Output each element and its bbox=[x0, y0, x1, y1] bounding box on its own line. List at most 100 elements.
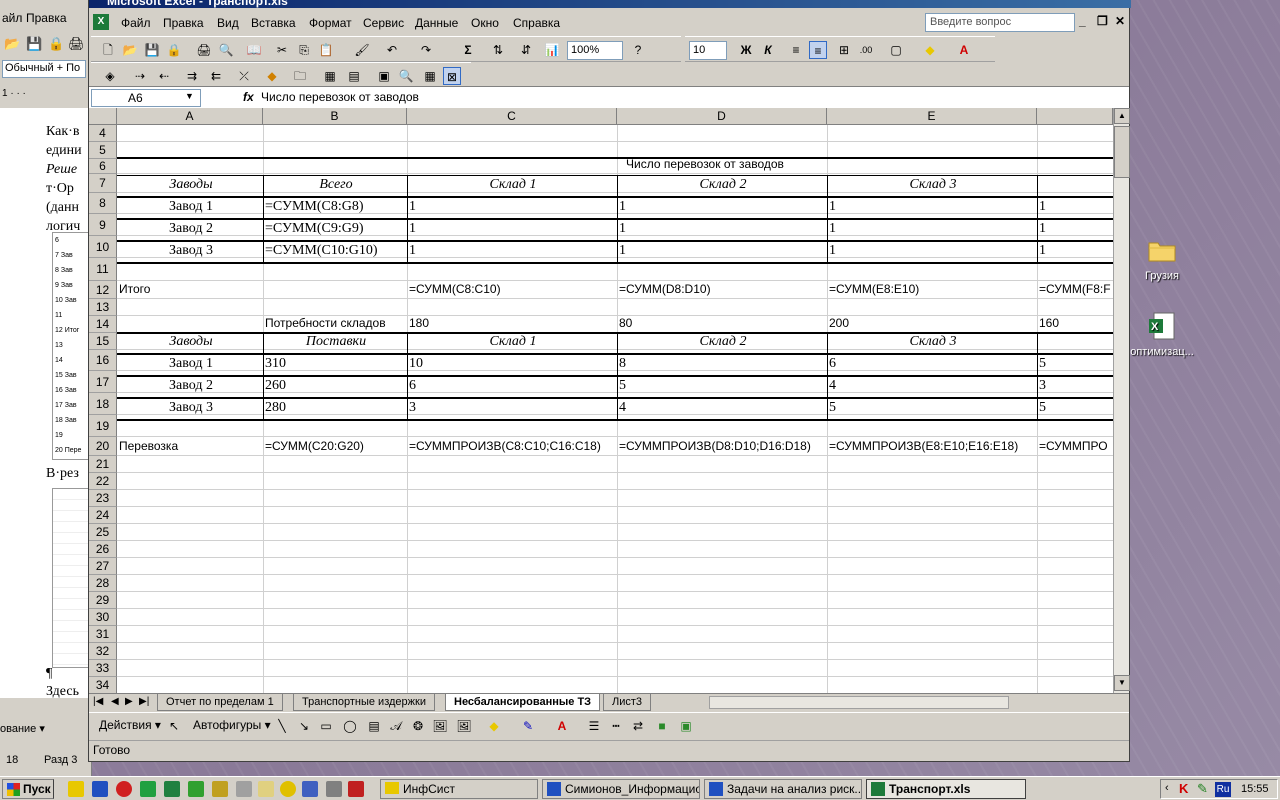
font-color-icon[interactable]: A bbox=[553, 717, 571, 735]
show-formulas-icon[interactable]: ▦ bbox=[421, 67, 439, 85]
cell-d20[interactable]: =СУММПРОИЗВ(D8:D10;D16:D18) bbox=[617, 439, 827, 453]
close-icon[interactable]: ✕ bbox=[1115, 14, 1125, 28]
cell-b9[interactable]: =СУММ(C9:G9) bbox=[263, 221, 407, 237]
quicklaunch-app-icon[interactable] bbox=[140, 781, 156, 797]
error-check-icon[interactable]: ◈ bbox=[101, 67, 119, 85]
trace-dependents-icon[interactable]: ⇉ bbox=[183, 67, 201, 85]
quicklaunch-app-icon[interactable] bbox=[236, 781, 252, 797]
help-icon[interactable]: ? bbox=[629, 41, 647, 59]
restore-icon[interactable]: ❐ bbox=[1097, 14, 1108, 28]
bold-icon[interactable]: Ж bbox=[737, 41, 755, 59]
row-header[interactable]: 21 bbox=[89, 456, 117, 473]
line-icon[interactable]: ╲ bbox=[273, 717, 291, 735]
diagram-icon[interactable]: ❂ bbox=[409, 717, 427, 735]
menu-window[interactable]: Окно bbox=[471, 16, 499, 30]
desktop-icon-excel-file[interactable]: X оптимизац... bbox=[1122, 310, 1202, 358]
taskbar-item[interactable]: Задачи на анализ риск... bbox=[704, 779, 862, 799]
vertical-scrollbar[interactable]: ▲ ▼ bbox=[1113, 108, 1130, 693]
tray-app-icon[interactable]: ✎ bbox=[1197, 781, 1208, 797]
cell-e16[interactable]: 6 bbox=[827, 356, 1037, 372]
cell-c7[interactable]: Склад 1 bbox=[407, 177, 617, 193]
row-header[interactable]: 26 bbox=[89, 541, 117, 558]
font-color-icon[interactable]: A bbox=[955, 41, 973, 59]
cell-b16[interactable]: 310 bbox=[263, 356, 407, 372]
insert-function-icon[interactable]: fx bbox=[243, 90, 254, 104]
arrow-icon[interactable]: ↘ bbox=[295, 717, 313, 735]
cell-a15[interactable]: Заводы bbox=[117, 334, 263, 350]
print-icon[interactable]: 🖨 bbox=[195, 41, 213, 59]
row-header[interactable]: 13 bbox=[89, 299, 117, 316]
menu-insert[interactable]: Вставка bbox=[251, 16, 296, 30]
cell-f16[interactable]: 5 bbox=[1037, 356, 1113, 372]
remove-dependent-arrows-icon[interactable]: ⇇ bbox=[207, 67, 225, 85]
clear-validation-circles-icon[interactable]: ▤ bbox=[345, 67, 363, 85]
cell-e14[interactable]: 200 bbox=[827, 316, 1037, 330]
cell-e12[interactable]: =СУММ(E8:E10) bbox=[827, 282, 1037, 296]
show-watch-window-icon[interactable]: ▣ bbox=[375, 67, 393, 85]
word-draw-menu[interactable]: ование ▾ bbox=[0, 722, 45, 735]
print-preview-icon[interactable]: 🔍 bbox=[217, 41, 235, 59]
zoom-select[interactable]: 100% bbox=[567, 41, 623, 60]
row-header[interactable]: 9 bbox=[89, 214, 117, 236]
row-header[interactable]: 8 bbox=[89, 193, 117, 214]
text-box-icon[interactable]: ▤ bbox=[365, 717, 383, 735]
new-icon[interactable]: 🗋 bbox=[99, 41, 117, 59]
cell-d15[interactable]: Склад 2 bbox=[617, 334, 827, 350]
fill-color-icon[interactable]: ◆ bbox=[485, 717, 503, 735]
row-header[interactable]: 4 bbox=[89, 125, 117, 142]
new-comment-icon[interactable]: 🗀 bbox=[291, 67, 309, 85]
borders-icon[interactable]: ▢ bbox=[887, 41, 905, 59]
align-left-icon[interactable]: ≡ bbox=[787, 41, 805, 59]
excel-app-icon[interactable]: X bbox=[93, 14, 109, 30]
quicklaunch-app-icon[interactable] bbox=[188, 781, 204, 797]
row-header[interactable]: 10 bbox=[89, 236, 117, 258]
prev-sheet-icon[interactable]: ◀ bbox=[111, 696, 119, 707]
column-header-c[interactable]: C bbox=[407, 108, 617, 125]
cell-c18[interactable]: 3 bbox=[407, 400, 617, 416]
row-header[interactable]: 23 bbox=[89, 490, 117, 507]
row-header[interactable]: 30 bbox=[89, 609, 117, 626]
row-header[interactable]: 18 bbox=[89, 393, 117, 415]
cell-f8[interactable]: 1 bbox=[1037, 199, 1113, 215]
fill-color-icon[interactable]: ◆ bbox=[921, 41, 939, 59]
row-header[interactable]: 24 bbox=[89, 507, 117, 524]
save-icon[interactable]: 💾 bbox=[143, 41, 161, 59]
menu-edit[interactable]: Правка bbox=[163, 16, 204, 30]
row-header[interactable]: 33 bbox=[89, 660, 117, 677]
cell-b17[interactable]: 260 bbox=[263, 378, 407, 394]
open-icon[interactable]: 📂 bbox=[4, 36, 20, 52]
cell-b18[interactable]: 280 bbox=[263, 400, 407, 416]
quicklaunch-word-icon[interactable] bbox=[92, 781, 108, 797]
cell-b20[interactable]: =СУММ(C20:G20) bbox=[263, 439, 407, 453]
cell-b8[interactable]: =СУММ(C8:G8) bbox=[263, 199, 407, 215]
cell-e18[interactable]: 5 bbox=[827, 400, 1037, 416]
cell-b10[interactable]: =СУММ(C10:G10) bbox=[263, 243, 407, 259]
cut-icon[interactable]: ✂ bbox=[273, 41, 291, 59]
cell-e10[interactable]: 1 bbox=[827, 243, 1037, 259]
menu-help[interactable]: Справка bbox=[513, 16, 560, 30]
column-header-f[interactable] bbox=[1037, 108, 1113, 125]
cell-a12[interactable]: Итого bbox=[117, 282, 263, 296]
3d-style-icon[interactable]: ▣ bbox=[677, 717, 695, 735]
dash-style-icon[interactable]: ┅ bbox=[607, 717, 625, 735]
quicklaunch-app-icon[interactable] bbox=[348, 781, 364, 797]
column-header-b[interactable]: B bbox=[263, 108, 407, 125]
column-header-e[interactable]: E bbox=[827, 108, 1037, 125]
row-header[interactable]: 12 bbox=[89, 281, 117, 299]
clip-art-icon[interactable]: 🖼 bbox=[431, 717, 449, 735]
cell-f20[interactable]: =СУММПРО bbox=[1037, 439, 1113, 453]
align-center-icon[interactable]: ≡ bbox=[809, 41, 827, 59]
cell-e20[interactable]: =СУММПРОИЗВ(E8:E10;E16:E18) bbox=[827, 439, 1037, 453]
increase-decimal-icon[interactable]: .00 bbox=[857, 41, 875, 59]
select-all-corner[interactable] bbox=[89, 108, 117, 125]
remove-precedent-arrows-icon[interactable]: ⇠ bbox=[155, 67, 173, 85]
row-header[interactable]: 14 bbox=[89, 316, 117, 333]
row-header[interactable]: 5 bbox=[89, 142, 117, 159]
quicklaunch-app-icon[interactable] bbox=[302, 781, 318, 797]
row-header[interactable]: 27 bbox=[89, 558, 117, 575]
row-header[interactable]: 25 bbox=[89, 524, 117, 541]
cell-d16[interactable]: 8 bbox=[617, 356, 827, 372]
tray-arrow-icon[interactable]: ‹ bbox=[1165, 782, 1169, 794]
cell-c14[interactable]: 180 bbox=[407, 316, 617, 330]
rectangle-icon[interactable]: ▭ bbox=[317, 717, 335, 735]
